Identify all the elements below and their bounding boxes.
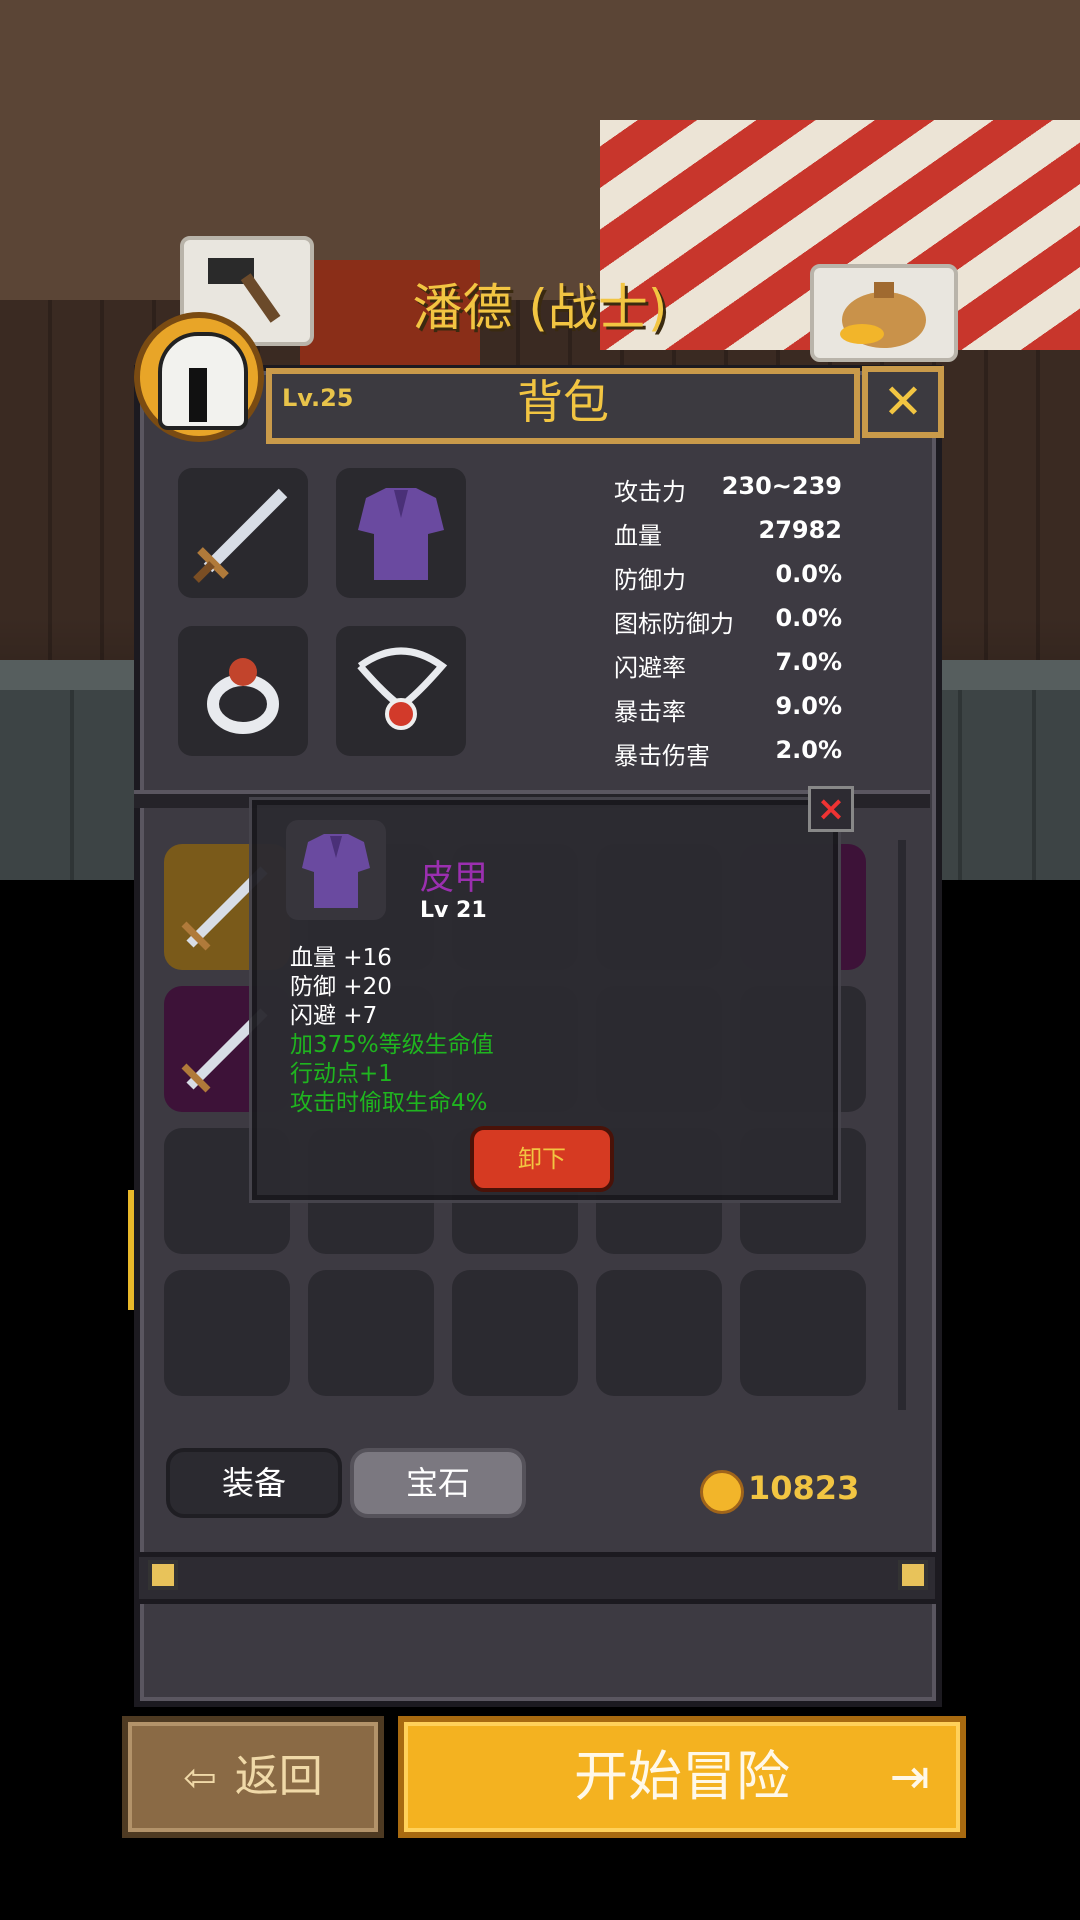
inventory-scrollbar[interactable]: [898, 840, 906, 1410]
helmet-visor: [189, 368, 207, 422]
equip-slot-weapon[interactable]: [178, 468, 308, 598]
tooltip-attribute-line: 防御 +20: [290, 974, 392, 1000]
tooltip-attribute-line: 加375%等级生命值: [290, 1032, 494, 1058]
start-button-label: 开始冒险: [574, 1745, 790, 1808]
necklace-icon: [357, 647, 448, 730]
hero-portrait[interactable]: [134, 312, 264, 442]
stat-value: 27982: [758, 516, 843, 544]
stat-value: 0.0%: [775, 604, 842, 632]
tooltip-item-name: 皮甲: [420, 858, 488, 898]
leather-armor-icon: [302, 834, 370, 908]
tooltip-item-level: Lv 21: [420, 898, 487, 923]
tooltip-attribute-line: 闪避 +7: [290, 1003, 378, 1029]
panel-title: 背包: [517, 375, 609, 429]
equip-slot-armor[interactable]: [336, 468, 466, 598]
back-button[interactable]: ⇦ 返回: [122, 1716, 384, 1838]
start-adventure-button[interactable]: 开始冒险 ⇥: [398, 1716, 966, 1838]
unequip-button[interactable]: 卸下: [470, 1126, 614, 1192]
panel-bottom-bar: [134, 1552, 940, 1604]
inventory-slot[interactable]: [164, 1270, 290, 1396]
enter-door-icon: ⇥: [889, 1749, 930, 1805]
equip-slot-ring[interactable]: [178, 626, 308, 756]
shop-bag-button[interactable]: [810, 264, 958, 362]
sword-icon: [193, 488, 288, 583]
stat-value: 9.0%: [775, 692, 842, 720]
equip-slot-necklace[interactable]: [336, 626, 466, 756]
stat-value: 7.0%: [775, 648, 842, 676]
hero-level: Lv.25: [282, 384, 354, 412]
gold-bag-icon: [840, 282, 926, 348]
tooltip-close-button[interactable]: ×: [808, 786, 854, 832]
stat-value: 0.0%: [775, 560, 842, 588]
tab-equipment[interactable]: 装备: [166, 1448, 342, 1518]
scroll-indicator: [128, 1190, 134, 1310]
gold-coin-icon: [700, 1470, 744, 1514]
rivet-right: [898, 1560, 928, 1590]
tab-gems[interactable]: 宝石: [350, 1448, 526, 1518]
rivet-left: [148, 1560, 178, 1590]
inventory-slot[interactable]: [452, 1270, 578, 1396]
tooltip-attribute-line: 血量 +16: [290, 945, 392, 971]
gold-amount: 10823: [748, 1469, 860, 1507]
tooltip-attribute-line: 攻击时偷取生命4%: [290, 1090, 488, 1116]
exit-arrow-icon: ⇦: [183, 1755, 217, 1801]
hero-name: 潘德 (战士): [412, 279, 668, 337]
close-panel-button[interactable]: ✕: [862, 366, 944, 438]
stat-value: 230~239: [721, 472, 842, 500]
leather-armor-icon: [358, 488, 444, 580]
inventory-slot[interactable]: [596, 1270, 722, 1396]
tooltip-item-icon: [286, 820, 386, 920]
tooltip-attribute-line: 行动点+1: [290, 1061, 393, 1087]
ring-icon: [207, 658, 279, 734]
stat-value: 2.0%: [775, 736, 842, 764]
stat-label: 血量: [614, 522, 662, 550]
back-button-label: 返回: [234, 1751, 323, 1802]
inventory-slot[interactable]: [308, 1270, 434, 1396]
inventory-slot[interactable]: [740, 1270, 866, 1396]
